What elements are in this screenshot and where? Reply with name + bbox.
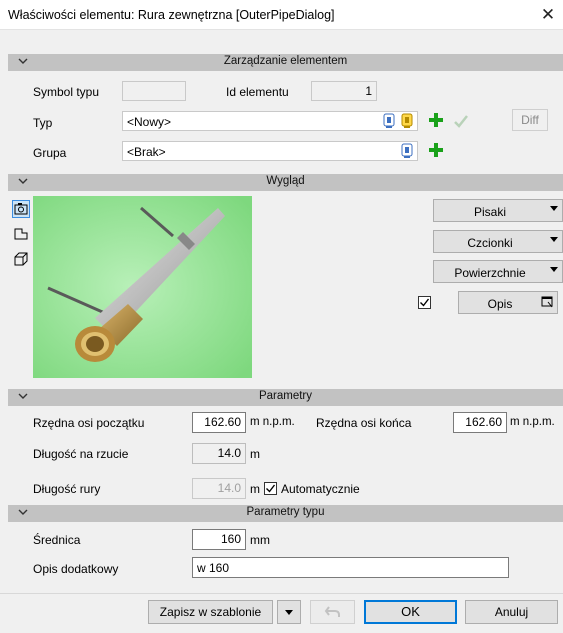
description-checkbox[interactable]	[418, 296, 431, 309]
dropdown-arrow-icon	[550, 206, 558, 211]
end-elevation-label: Rzędna osi końca	[316, 416, 412, 430]
plan-length-field: 14.0	[192, 443, 246, 464]
info-blue-icon[interactable]	[381, 113, 397, 129]
title-bar: Właściwości elementu: Rura zewnętrzna [O…	[0, 0, 563, 30]
section-title: Wygląd	[266, 175, 305, 187]
diameter-unit: mm	[250, 533, 270, 547]
add-type-icon[interactable]	[428, 112, 444, 128]
type-label: Typ	[33, 116, 53, 130]
add-group-icon[interactable]	[428, 142, 444, 158]
diameter-field[interactable]: 160	[192, 529, 246, 550]
section-title: Zarządzanie elementem	[223, 55, 348, 67]
symbol-type-label: Symbol typu	[33, 85, 100, 99]
dropdown-arrow-icon	[285, 610, 293, 615]
end-elevation-unit: m n.p.m.	[510, 416, 555, 428]
view-box-icon[interactable]	[12, 250, 30, 268]
diameter-label: Średnica	[33, 533, 81, 547]
start-elevation-field[interactable]: 162.60	[192, 412, 246, 433]
fonts-dropdown[interactable]: Czcionki	[433, 230, 563, 253]
checkmark-icon[interactable]	[453, 113, 469, 129]
plan-length-unit: m	[250, 447, 260, 461]
extra-description-label: Opis dodatkowy	[33, 562, 119, 576]
cancel-button[interactable]: Anuluj	[465, 600, 558, 624]
dropdown-arrow-icon	[550, 237, 558, 242]
close-icon[interactable]: ✕	[536, 3, 560, 27]
element-id-label: Id elementu	[226, 85, 289, 99]
start-elevation-label: Rzędna osi początku	[33, 416, 145, 430]
open-window-icon	[541, 296, 553, 311]
undo-button[interactable]	[310, 600, 355, 624]
view-3d-camera-icon[interactable]	[12, 200, 30, 218]
surfaces-dropdown[interactable]: Powierzchnie	[433, 260, 563, 283]
section-title: Parametry typu	[246, 506, 325, 518]
start-elevation-unit: m n.p.m.	[250, 416, 295, 428]
section-appearance-header[interactable]: Wygląd	[8, 174, 563, 191]
save-template-dropdown-button[interactable]	[277, 600, 301, 624]
diff-button[interactable]: Diff	[512, 109, 548, 131]
window-title: Właściwości elementu: Rura zewnętrzna [O…	[8, 8, 335, 22]
info-yellow-icon[interactable]	[399, 113, 415, 129]
pipe-length-field: 14.0	[192, 478, 246, 499]
section-parameters-header[interactable]: Parametry	[8, 389, 563, 406]
section-management-header[interactable]: Zarządzanie elementem	[8, 54, 563, 71]
pens-dropdown[interactable]: Pisaki	[433, 199, 563, 222]
element-id-field: 1	[311, 81, 377, 101]
pipe-length-label: Długość rury	[33, 482, 101, 496]
group-label: Grupa	[33, 146, 67, 160]
section-title: Parametry	[258, 390, 313, 402]
end-elevation-field[interactable]: 162.60	[453, 412, 507, 433]
undo-icon	[323, 604, 343, 623]
type-select[interactable]: <Nowy>	[122, 111, 418, 131]
group-select[interactable]: <Brak>	[122, 141, 418, 161]
automatic-checkbox[interactable]	[264, 482, 277, 495]
save-template-button[interactable]: Zapisz w szablonie	[148, 600, 273, 624]
plan-length-label: Długość na rzucie	[33, 447, 129, 461]
description-button[interactable]: Opis	[458, 291, 558, 314]
pipe-length-unit: m	[250, 482, 260, 496]
automatic-label: Automatycznie	[281, 482, 360, 496]
dropdown-arrow-icon	[550, 267, 558, 272]
section-type-parameters-header[interactable]: Parametry typu	[8, 505, 563, 522]
ok-button[interactable]: OK	[364, 600, 457, 624]
info-blue-icon[interactable]	[399, 143, 415, 159]
element-preview-image	[33, 196, 252, 378]
extra-description-field[interactable]: w 160	[192, 557, 509, 578]
view-plan-icon[interactable]	[12, 225, 30, 243]
symbol-type-field	[122, 81, 186, 101]
footer-divider	[0, 593, 563, 594]
